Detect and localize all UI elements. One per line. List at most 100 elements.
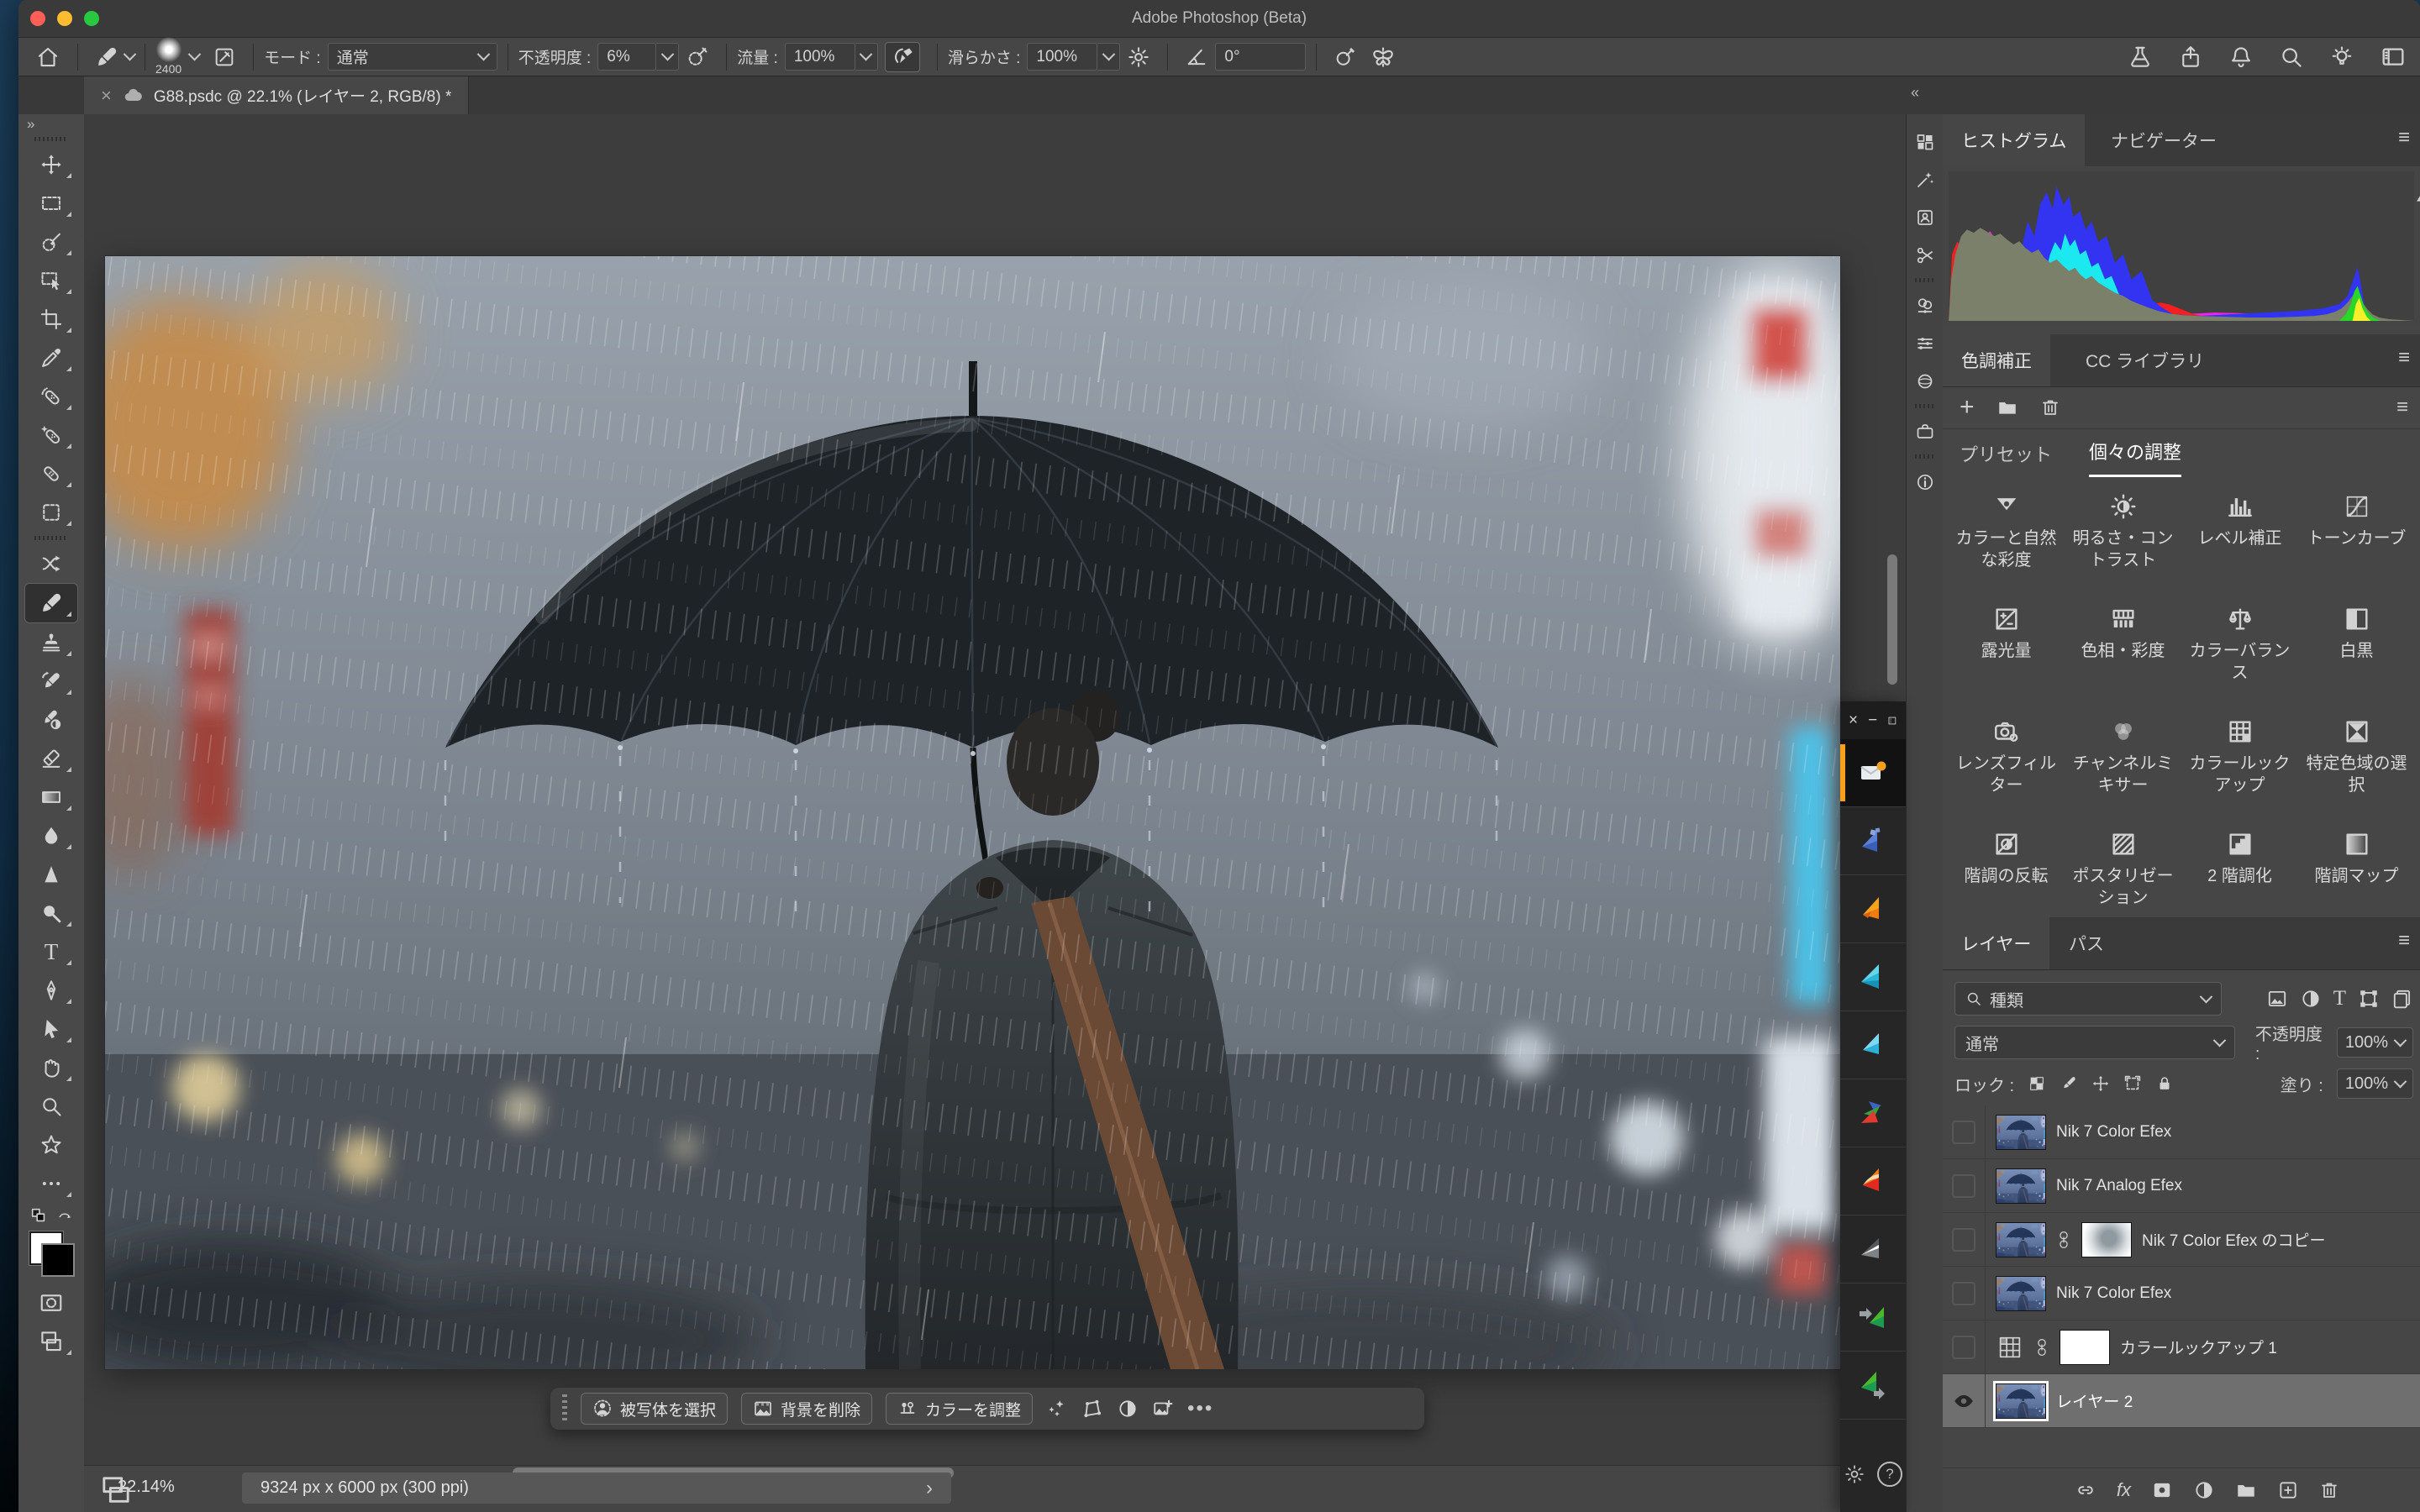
nik-dock-icon[interactable] [1887,714,1897,727]
filter-smart-objects-icon[interactable] [2391,988,2413,1010]
nik-perspective-out-item[interactable] [1840,1352,1906,1420]
status-screen-mode-icon[interactable] [99,1473,133,1507]
document-tab[interactable]: × G88.psdc @ 22.1% (レイヤー 2, RGB/8) * [84,76,469,114]
select-subject-button[interactable]: 被写体を選択 [581,1393,728,1425]
brush-size-preview[interactable]: 2400 [155,37,182,77]
airbrush-toggle-icon[interactable] [885,42,920,72]
nik-silver-efex-item[interactable] [1840,1215,1906,1284]
workspace-icon[interactable] [2380,44,2407,71]
brush-preset-chevron-icon[interactable] [124,48,137,61]
layer-mask-thumbnail[interactable] [2060,1330,2110,1365]
marquee-tool[interactable] [25,184,77,223]
link-layers-icon[interactable] [2075,1479,2096,1501]
adjustment-selective-color[interactable]: 特定色域の選択 [2298,709,2415,816]
layer-thumbnail[interactable] [1996,1115,2046,1150]
history-brush-tool[interactable] [25,662,77,701]
new-group-folder-icon[interactable] [2235,1479,2257,1501]
angle-input[interactable]: 0° [1215,43,1306,71]
layer-visibility-toggle[interactable] [1943,1320,1986,1373]
search-icon[interactable] [2279,45,2304,70]
layer-thumbnail[interactable] [1996,1276,2046,1311]
content-aware-move-tool[interactable] [25,544,77,583]
tab-paths[interactable]: パス [2050,917,2123,969]
adjustment-exposure[interactable]: 露光量 [1948,596,2065,704]
tab-adjustments[interactable]: 色調補正 [1943,334,2050,386]
eraser-tool[interactable] [25,739,77,778]
smoothing-gear-icon[interactable] [1127,45,1150,69]
adjustment-brightness-contrast[interactable]: 明るさ・コントラスト [2065,484,2181,591]
brush-tool-preset-icon[interactable] [95,45,118,69]
background-color-swatch[interactable] [41,1243,75,1277]
default-colors-icon[interactable] [29,1206,48,1225]
layer-comps-panel-icon[interactable] [1915,123,1935,160]
pressure-size-icon[interactable] [1334,45,1357,69]
adjustment-channel-mixer[interactable]: チャンネルミキサー [2065,709,2181,816]
new-layer-icon[interactable] [2277,1479,2299,1501]
hand-tool[interactable] [25,1048,77,1087]
toggle-brush-panel-icon[interactable] [213,45,236,69]
delete-adjustment-trash-icon[interactable] [2040,397,2060,417]
layer-row-selected[interactable]: レイヤー 2 [1943,1374,2420,1428]
remove-background-button[interactable]: 背景を削除 [741,1393,872,1425]
nik-messages-item[interactable] [1840,739,1906,807]
swap-colors-icon[interactable] [56,1207,73,1224]
adjustment-hue-saturation[interactable]: 色相・彩度 [2065,596,2181,704]
generative-wand-icon[interactable] [1046,1398,1068,1420]
brush-size-chevron-icon[interactable] [188,48,202,61]
adjustment-gradient-map[interactable]: 階調マップ [2298,822,2415,929]
taskbar-drag-handle[interactable] [562,1394,567,1423]
layer-row[interactable]: Nik 7 Color Efex のコピー [1943,1213,2420,1267]
foreground-background-swatches[interactable] [28,1230,75,1277]
adjustment-invert[interactable]: 階調の反転 [1948,822,2065,929]
taskbar-more-icon[interactable]: ••• [1187,1399,1213,1419]
scissors-panel-icon[interactable] [1915,236,1935,274]
screen-mode-icon[interactable] [25,1322,77,1361]
pen-tool[interactable] [25,971,77,1010]
layer-row[interactable]: カラールックアップ 1 [1943,1320,2420,1374]
layer-thumbnail[interactable] [1996,1168,2046,1204]
portrait-panel-icon[interactable] [1915,198,1935,236]
filters-wand-panel-icon[interactable] [1915,160,1935,198]
clone-stamp-tool[interactable] [25,623,77,662]
path-selection-tool[interactable] [25,1010,77,1048]
zoom-tool[interactable] [25,1087,77,1126]
new-adjustment-layer-icon[interactable] [2193,1479,2215,1501]
layer-style-fx-icon[interactable]: fx [2117,1479,2131,1501]
filter-type-layers-icon[interactable]: T [2333,987,2346,1011]
tab-histogram[interactable]: ヒストグラム [1943,114,2085,166]
nik-settings-gear-icon[interactable] [1844,1463,1865,1485]
healing-brush-tool[interactable] [25,454,77,493]
zoom-window-button[interactable] [84,11,99,26]
add-adjustment-icon[interactable]: + [1960,395,1975,420]
spot-healing-brush-tool[interactable] [25,377,77,416]
opacity-input[interactable]: 6% [597,43,656,71]
adjustment-curves[interactable]: トーンカーブ [2298,484,2415,591]
lock-artboard-icon[interactable] [2123,1074,2142,1093]
lock-position-icon[interactable] [2091,1074,2110,1093]
adjustment-color-balance[interactable]: カラーバランス [2181,596,2298,704]
lock-transparency-icon[interactable] [2028,1074,2046,1093]
properties-panel-icon[interactable] [1915,324,1935,362]
smoothing-input[interactable]: 100% [1027,43,1097,71]
toolbar-grip[interactable] [34,137,68,141]
canvas-area[interactable]: 被写体を選択 背景を削除 カラーを調整 ••• [84,114,1906,1512]
sphere-panel-icon[interactable] [1915,362,1935,400]
adjustments-list-icon[interactable]: ≡ [2396,397,2408,417]
gradient-tool[interactable] [25,778,77,816]
lock-all-icon[interactable] [2155,1074,2174,1093]
toolbar-grip[interactable] [34,536,68,540]
layer-visibility-toggle[interactable] [1943,1267,1986,1320]
object-selection-tool[interactable] [25,261,77,300]
blend-mode-select[interactable]: 通常 [328,43,497,71]
tab-close-icon[interactable]: × [101,85,112,107]
layer-mask-link-icon[interactable] [2056,1229,2071,1251]
brush-tool[interactable] [24,583,78,623]
adjustment-levels[interactable]: レベル補正 [2181,484,2298,591]
minimize-window-button[interactable] [57,11,72,26]
dodge-tool[interactable] [25,894,77,932]
beta-flask-icon[interactable] [2128,45,2153,70]
transform-icon[interactable] [1081,1398,1103,1420]
layers-menu-icon[interactable]: ≡ [2398,931,2410,951]
home-icon[interactable] [35,45,60,70]
pressure-opacity-icon[interactable] [686,45,709,69]
